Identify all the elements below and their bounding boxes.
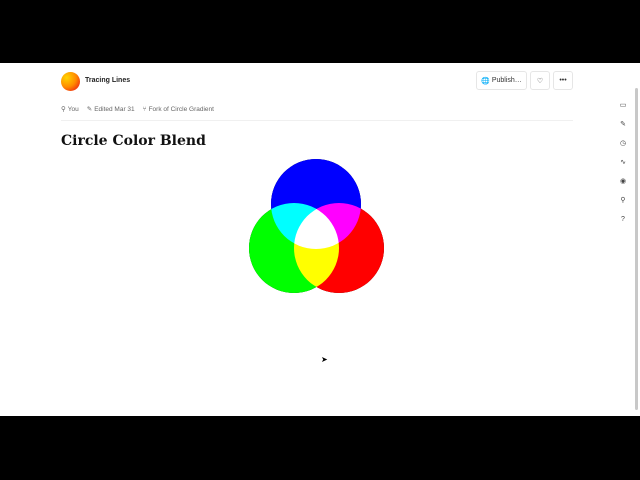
link-icon[interactable]: ∿ [620,157,626,169]
color-blend-figure [249,159,384,293]
page-title: Circle Color Blend [61,133,206,149]
edited[interactable]: ✎ Edited Mar 31 [86,105,135,114]
like-button[interactable]: ♡ [530,71,550,90]
notebook-meta: ⚲ You ✎ Edited Mar 31 ⑂ Fork of Circle Grad… [61,105,214,114]
paperclip-icon[interactable]: ✎ [620,119,626,131]
search-icon[interactable]: ⚲ [620,195,625,207]
publish-button[interactable]: 🌐 Publish… [476,71,527,90]
mouse-cursor-icon: ➤ [321,355,328,364]
pencil-icon: ✎ [86,106,93,113]
notebook-logo[interactable] [61,72,80,91]
fork-icon: ⑂ [142,105,147,113]
divider [61,120,573,121]
notebook-page: Tracing Lines 🌐 Publish… ♡ ••• ⚲ You ✎ Edi… [0,63,640,416]
fork-link[interactable]: ⑂ Fork of Circle Gradient [143,105,214,113]
notebook-owner[interactable]: Tracing Lines [85,77,130,84]
author[interactable]: ⚲ You [61,105,79,114]
scrollbar[interactable] [635,88,638,410]
comment-icon[interactable]: ▭ [620,100,627,112]
user-icon: ⚲ [61,106,66,113]
heart-icon: ♡ [536,77,544,85]
eye-icon[interactable]: ◉ [620,176,626,188]
more-button[interactable]: ••• [553,71,573,90]
help-icon[interactable]: ? [621,214,625,226]
globe-icon: 🌐 [481,77,492,85]
red-circle [294,203,384,293]
history-icon[interactable]: ◷ [620,138,626,150]
ellipsis-icon: ••• [559,77,567,84]
right-sidebar: ▭ ✎ ◷ ∿ ◉ ⚲ ? [617,100,629,226]
